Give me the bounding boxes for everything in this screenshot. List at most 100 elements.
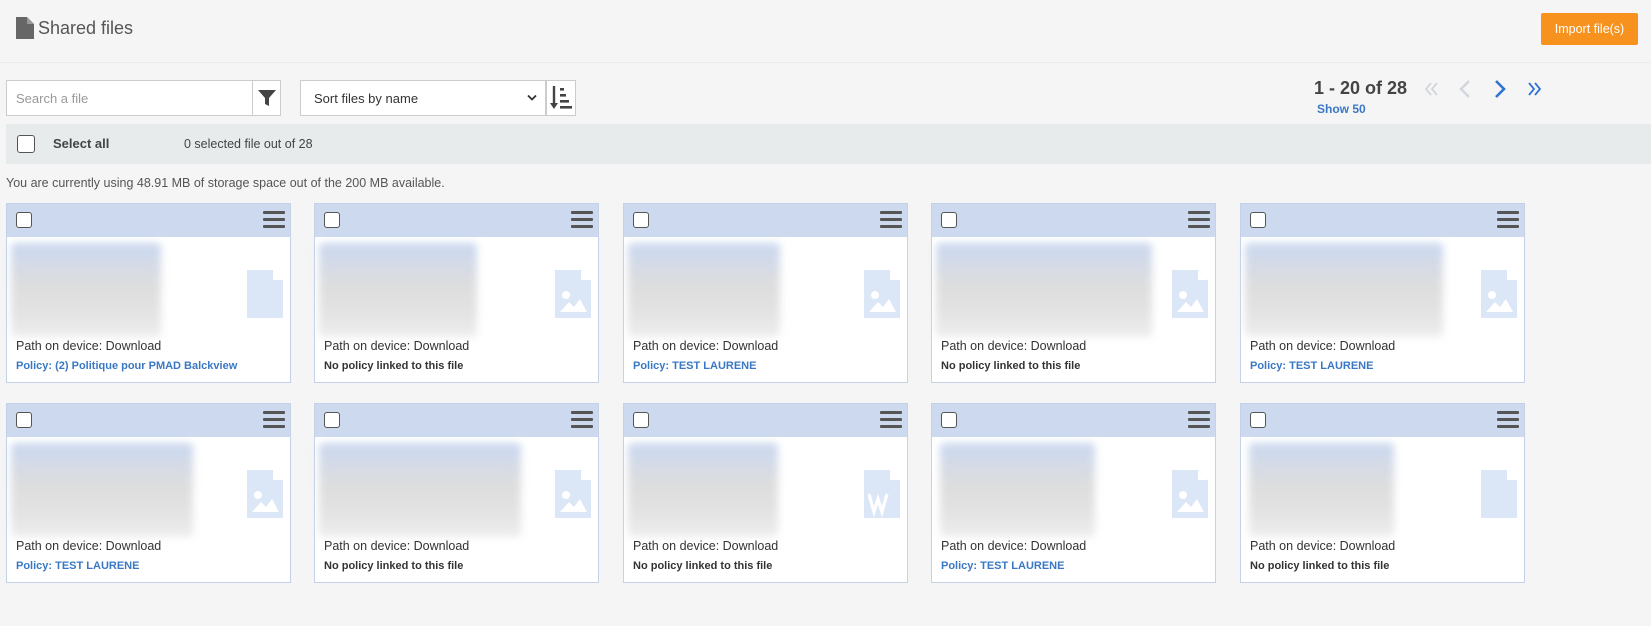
menu-icon[interactable] <box>1188 411 1210 429</box>
file-path: Path on device: Download <box>633 339 779 353</box>
page-header: Shared files Import file(s) <box>0 0 1651 63</box>
image-file-icon <box>1172 470 1208 518</box>
filter-button[interactable] <box>253 80 281 116</box>
file-card[interactable]: Path on device: Download Policy: TEST LA… <box>6 403 291 583</box>
menu-icon[interactable] <box>571 411 593 429</box>
generic-file-icon <box>247 270 283 318</box>
file-card-header <box>932 204 1215 237</box>
image-file-icon <box>555 270 591 318</box>
menu-icon[interactable] <box>880 211 902 229</box>
menu-icon[interactable] <box>1497 411 1519 429</box>
toolbar: Sort files by name 1 - 20 of 28 Show 50 <box>0 76 1651 120</box>
file-path: Path on device: Download <box>1250 339 1396 353</box>
file-card-header <box>932 404 1215 437</box>
generic-file-icon <box>1481 470 1517 518</box>
file-path: Path on device: Download <box>324 339 470 353</box>
file-path: Path on device: Download <box>941 339 1087 353</box>
file-checkbox[interactable] <box>324 412 340 428</box>
image-file-icon <box>864 270 900 318</box>
last-page-button[interactable] <box>1522 78 1546 100</box>
file-card-header <box>624 404 907 437</box>
file-policy-link[interactable]: Policy: TEST LAURENE <box>941 560 1064 572</box>
selected-count: 0 selected file out of 28 <box>184 137 313 151</box>
file-thumbnail[interactable] <box>628 243 780 337</box>
sort-order-button[interactable] <box>546 80 576 116</box>
file-path: Path on device: Download <box>633 539 779 553</box>
image-file-icon <box>1172 270 1208 318</box>
file-thumbnail[interactable] <box>628 443 778 537</box>
file-card-header <box>315 204 598 237</box>
file-card[interactable]: Path on device: Download Policy: (2) Pol… <box>6 203 291 383</box>
next-page-button[interactable] <box>1488 78 1512 100</box>
file-thumbnail[interactable] <box>11 243 161 337</box>
import-files-button[interactable]: Import file(s) <box>1541 13 1638 45</box>
file-card-header <box>7 404 290 437</box>
file-policy-status: No policy linked to this file <box>633 560 773 572</box>
sort-descending-icon <box>550 86 572 109</box>
double-chevron-left-icon <box>1424 82 1438 96</box>
sort-select[interactable]: Sort files by name <box>300 80 546 116</box>
chevron-left-icon <box>1459 80 1470 98</box>
file-policy-link[interactable]: Policy: (2) Politique pour PMAD Balckvie… <box>16 360 237 372</box>
file-checkbox[interactable] <box>633 212 649 228</box>
file-checkbox[interactable] <box>941 212 957 228</box>
file-card[interactable]: Path on device: Download Policy: TEST LA… <box>1240 203 1525 383</box>
menu-icon[interactable] <box>263 411 285 429</box>
file-thumbnail[interactable] <box>319 243 477 337</box>
file-thumbnail[interactable] <box>1245 243 1443 337</box>
file-card-header <box>315 404 598 437</box>
first-page-button[interactable] <box>1420 78 1444 100</box>
page-title: Shared files <box>38 17 134 38</box>
select-all-checkbox[interactable] <box>17 135 35 153</box>
file-policy-status: No policy linked to this file <box>324 560 464 572</box>
sort-select-value: Sort files by name <box>314 90 419 106</box>
file-card-header <box>1241 404 1524 437</box>
pagination-range: 1 - 20 of 28 <box>1314 78 1408 98</box>
file-checkbox[interactable] <box>633 412 649 428</box>
menu-icon[interactable] <box>1188 211 1210 229</box>
chevron-right-icon <box>1495 80 1506 98</box>
file-thumbnail[interactable] <box>319 443 521 537</box>
file-card-header <box>7 204 290 237</box>
image-file-icon <box>1481 270 1517 318</box>
file-card[interactable]: Path on device: Download No policy linke… <box>1240 403 1525 583</box>
file-card[interactable]: Path on device: Download Policy: TEST LA… <box>931 403 1216 583</box>
menu-icon[interactable] <box>880 411 902 429</box>
double-chevron-right-icon <box>1528 82 1542 96</box>
file-thumbnail[interactable] <box>11 443 193 537</box>
file-thumbnail[interactable] <box>1249 443 1394 537</box>
file-policy-status: No policy linked to this file <box>324 360 464 372</box>
file-checkbox[interactable] <box>16 412 32 428</box>
menu-icon[interactable] <box>571 211 593 229</box>
word-file-icon <box>864 470 900 518</box>
file-card[interactable]: Path on device: Download Policy: TEST LA… <box>623 203 908 383</box>
image-file-icon <box>247 470 283 518</box>
file-card-header <box>624 204 907 237</box>
select-all-label[interactable]: Select all <box>53 136 109 151</box>
show-more-link[interactable]: Show 50 <box>1317 102 1366 116</box>
file-checkbox[interactable] <box>941 412 957 428</box>
previous-page-button[interactable] <box>1453 78 1477 100</box>
menu-icon[interactable] <box>263 211 285 229</box>
search-input[interactable] <box>6 80 253 116</box>
file-thumbnail[interactable] <box>940 443 1095 537</box>
file-checkbox[interactable] <box>16 212 32 228</box>
document-icon <box>16 17 34 39</box>
file-path: Path on device: Download <box>16 339 162 353</box>
chevron-down-icon <box>527 94 537 101</box>
image-file-icon <box>555 470 591 518</box>
file-card[interactable]: Path on device: Download No policy linke… <box>314 403 599 583</box>
file-policy-status: No policy linked to this file <box>941 360 1081 372</box>
file-card[interactable]: Path on device: Download No policy linke… <box>931 203 1216 383</box>
file-checkbox[interactable] <box>1250 412 1266 428</box>
file-policy-link[interactable]: Policy: TEST LAURENE <box>16 560 139 572</box>
file-card[interactable]: Path on device: Download No policy linke… <box>314 203 599 383</box>
file-checkbox[interactable] <box>324 212 340 228</box>
file-policy-link[interactable]: Policy: TEST LAURENE <box>633 360 756 372</box>
file-checkbox[interactable] <box>1250 212 1266 228</box>
file-card[interactable]: Path on device: Download No policy linke… <box>623 403 908 583</box>
file-policy-link[interactable]: Policy: TEST LAURENE <box>1250 360 1373 372</box>
file-card-header <box>1241 204 1524 237</box>
menu-icon[interactable] <box>1497 211 1519 229</box>
file-thumbnail[interactable] <box>936 243 1152 337</box>
